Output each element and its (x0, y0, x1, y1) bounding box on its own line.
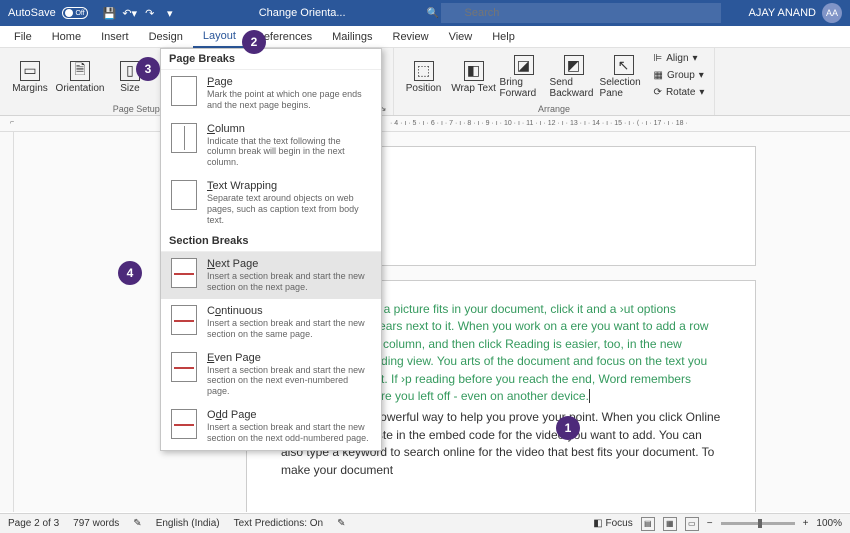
dd-next-page[interactable]: Next PageInsert a section break and star… (161, 252, 381, 299)
dd-continuous[interactable]: ContinuousInsert a section break and sta… (161, 299, 381, 346)
backward-button[interactable]: ◩Send Backward (550, 50, 598, 104)
sb-page[interactable]: Page 2 of 3 (8, 518, 59, 529)
sb-proof-icon[interactable]: ✎ (133, 518, 141, 529)
title-bar: AutoSave Off 💾 ↶▾ ↷ ▾ Change Orienta... … (0, 0, 850, 26)
qat-dropdown-icon[interactable]: ▾ (162, 5, 178, 21)
selection-button[interactable]: ↖Selection Pane (600, 50, 648, 104)
callout-3: 3 (136, 57, 160, 81)
menu-home[interactable]: Home (42, 26, 91, 48)
web-layout-icon[interactable]: ▭ (685, 517, 699, 531)
rotate-button[interactable]: ⟳ Rotate ▾ (650, 84, 709, 100)
dd-odd-page[interactable]: Odd PageInsert a section break and start… (161, 403, 381, 450)
orientation-button[interactable]: 🗎Orientation (56, 50, 104, 104)
wrap-button[interactable]: ◧Wrap Text (450, 50, 498, 104)
save-icon[interactable]: 💾 (102, 5, 118, 21)
window-title: Change Orienta... (184, 7, 421, 19)
menu-review[interactable]: Review (383, 26, 439, 48)
autosave-toggle[interactable]: AutoSave Off (0, 7, 96, 19)
sb-lang[interactable]: English (India) (156, 518, 220, 529)
arrange-label: Arrange (400, 104, 709, 114)
forward-button[interactable]: ◪Bring Forward (500, 50, 548, 104)
vertical-ruler[interactable] (0, 132, 14, 512)
menu-help[interactable]: Help (482, 26, 525, 48)
avatar: AA (822, 3, 842, 23)
dd-column[interactable]: ColumnIndicate that the text following t… (161, 117, 381, 174)
dd-header-page-breaks: Page Breaks (161, 49, 381, 70)
autosave-label: AutoSave (8, 7, 56, 19)
menu-file[interactable]: File (4, 26, 42, 48)
horizontal-ruler[interactable]: ⌐ · 4 · ı · 5 · ı · 6 · ı · 7 · ı · 8 · … (0, 116, 850, 132)
status-bar: Page 2 of 3 797 words ✎ English (India) … (0, 513, 850, 533)
zoom-out-icon[interactable]: − (707, 518, 713, 529)
quick-access-toolbar: 💾 ↶▾ ↷ ▾ (96, 5, 184, 21)
user-name: AJAY ANAND (749, 7, 816, 19)
print-layout-icon[interactable]: ▦ (663, 517, 677, 531)
search-wrap (421, 3, 741, 23)
sb-predictions[interactable]: Text Predictions: On (234, 518, 323, 529)
breaks-dropdown: Page Breaks PageMark the point at which … (160, 48, 382, 451)
menu-insert[interactable]: Insert (91, 26, 139, 48)
zoom-slider[interactable] (721, 522, 795, 525)
position-button[interactable]: ⬚Position (400, 50, 448, 104)
ribbon: ▭Margins 🗎Orientation ▯Size ▥Columns ⊟ B… (0, 48, 850, 116)
callout-4: 4 (118, 261, 142, 285)
margins-button[interactable]: ▭Margins (6, 50, 54, 104)
zoom-in-icon[interactable]: + (803, 518, 809, 529)
redo-icon[interactable]: ↷ (142, 5, 158, 21)
callout-2: 2 (242, 30, 266, 54)
menu-bar: File Home Insert Design Layout Reference… (0, 26, 850, 48)
sb-words[interactable]: 797 words (73, 518, 119, 529)
group-button[interactable]: ▦ Group ▾ (650, 67, 709, 83)
read-mode-icon[interactable]: ▤ (641, 517, 655, 531)
document-area: way a picture fits in your document, cli… (0, 132, 850, 512)
toggle-icon: Off (62, 7, 88, 19)
sb-focus[interactable]: ◧ Focus (593, 518, 632, 529)
menu-view[interactable]: View (439, 26, 483, 48)
undo-icon[interactable]: ↶▾ (122, 5, 138, 21)
callout-1: 1 (556, 416, 580, 440)
search-input[interactable] (441, 3, 721, 23)
menu-mailings[interactable]: Mailings (322, 26, 382, 48)
group-arrange: ⬚Position ◧Wrap Text ◪Bring Forward ◩Sen… (394, 48, 716, 115)
sb-zoom[interactable]: 100% (816, 518, 842, 529)
dd-page[interactable]: PageMark the point at which one page end… (161, 70, 381, 117)
dd-text-wrapping[interactable]: Text WrappingSeparate text around object… (161, 174, 381, 231)
menu-design[interactable]: Design (139, 26, 193, 48)
align-button[interactable]: ⊫ Align ▾ (650, 50, 709, 66)
dd-even-page[interactable]: Even PageInsert a section break and star… (161, 346, 381, 403)
dd-header-section-breaks: Section Breaks (161, 231, 381, 252)
user-area[interactable]: AJAY ANAND AA (741, 3, 850, 23)
